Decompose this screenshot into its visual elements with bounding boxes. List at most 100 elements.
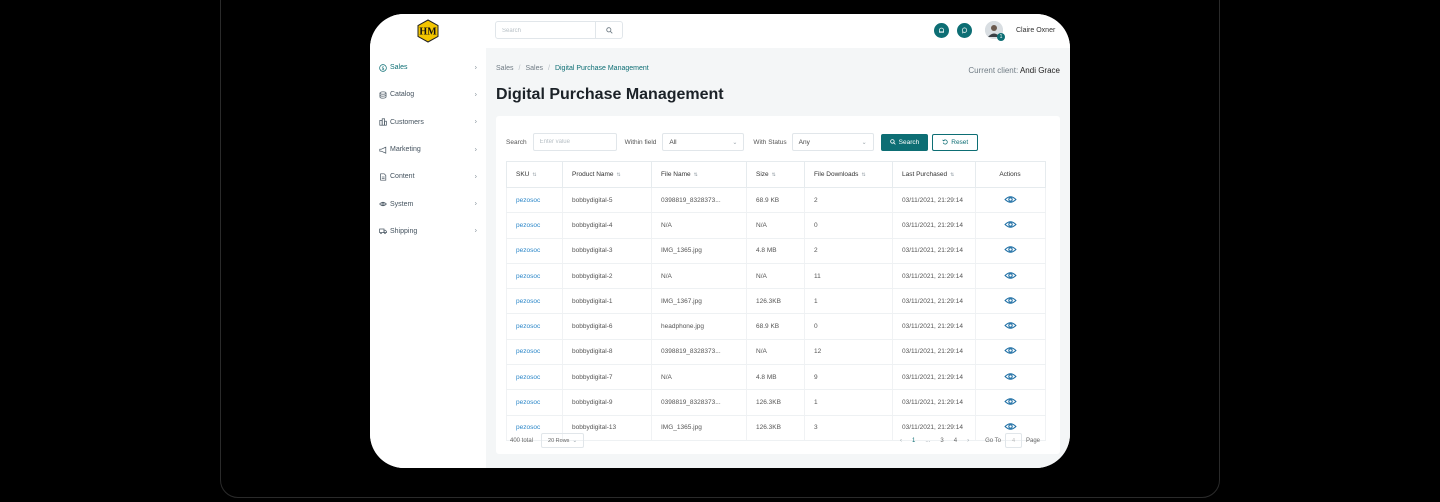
- sku-link[interactable]: pezosoc: [506, 238, 563, 264]
- downloads-cell: 2: [804, 187, 893, 214]
- product-name-cell: bobbydigital-3: [562, 238, 652, 264]
- column-header-file-downloads[interactable]: File Downloads ⇅: [804, 161, 893, 188]
- sku-link[interactable]: pezosoc: [506, 187, 563, 214]
- actions-cell: [975, 263, 1046, 290]
- table-row: pezosoc bobbydigital-8 0398819_8328373... N…: [506, 339, 1046, 366]
- view-eye-icon[interactable]: [1003, 245, 1017, 256]
- rows-per-page-select[interactable]: 20 Rows ⌄: [541, 433, 585, 448]
- product-name-cell: bobbydigital-1: [562, 288, 652, 315]
- view-eye-icon[interactable]: [1003, 372, 1017, 383]
- sku-link[interactable]: pezosoc: [506, 288, 563, 315]
- user-name[interactable]: Claire Oxner: [1016, 27, 1055, 34]
- main-content: Sales / Sales / Digital Purchase Managem…: [486, 48, 1070, 468]
- product-name-cell: bobbydigital-9: [562, 389, 652, 416]
- sku-link[interactable]: pezosoc: [506, 389, 563, 416]
- reset-icon: [942, 139, 948, 145]
- product-name-cell: bobbydigital-4: [562, 212, 652, 239]
- building-icon: [379, 118, 387, 126]
- sidebar-item-customers[interactable]: Customers ›: [370, 109, 486, 136]
- column-header-last-purchased[interactable]: Last Purchased ⇅: [892, 161, 976, 188]
- sku-link[interactable]: pezosoc: [506, 212, 563, 239]
- view-eye-icon[interactable]: [1003, 422, 1017, 433]
- page-ellipsis[interactable]: ...: [925, 438, 930, 444]
- chevron-down-icon: ⌄: [732, 139, 738, 146]
- size-cell: N/A: [746, 339, 805, 366]
- view-eye-icon[interactable]: [1003, 296, 1017, 307]
- global-search-input[interactable]: [496, 22, 604, 40]
- sidebar-item-catalog[interactable]: Catalog ›: [370, 81, 486, 108]
- reset-button[interactable]: Reset: [932, 133, 979, 151]
- sidebar-item-shipping[interactable]: Shipping ›: [370, 218, 486, 245]
- downloads-cell: 0: [804, 212, 893, 239]
- sidebar-item-marketing[interactable]: Marketing ›: [370, 136, 486, 163]
- within-field-label: Within field: [624, 138, 657, 146]
- sidebar-item-label: Catalog: [390, 91, 415, 99]
- table-row: pezosoc bobbydigital-3 IMG_1365.jpg 4.8 MB 2…: [506, 238, 1046, 264]
- chevron-right-icon: ›: [474, 118, 477, 126]
- view-eye-icon[interactable]: [1003, 397, 1017, 408]
- table-header-row: SKU ⇅ Product Name ⇅ File Name ⇅ Size ⇅ File…: [506, 161, 1046, 188]
- status-value: Any: [798, 138, 810, 146]
- page-number[interactable]: 3: [940, 438, 943, 444]
- view-eye-icon[interactable]: [1003, 321, 1017, 332]
- column-header-size[interactable]: Size ⇅: [746, 161, 805, 188]
- status-select[interactable]: Any ⌄: [791, 133, 874, 151]
- last-purchased-cell: 03/11/2021, 21:29:14: [892, 364, 976, 391]
- page-number[interactable]: 1: [912, 438, 915, 444]
- next-page-chevron-right-icon[interactable]: ›: [967, 438, 969, 444]
- user-avatar[interactable]: 1: [985, 21, 1005, 41]
- column-header-product-name[interactable]: Product Name ⇅: [562, 161, 652, 188]
- breadcrumb-item[interactable]: Sales: [496, 65, 514, 72]
- pagination: 400 total 20 Rows ⌄ ‹ 1 ... 3 4 › Go To …: [510, 433, 1040, 448]
- search-button[interactable]: Search: [880, 133, 929, 151]
- size-cell: 126.3KB: [746, 389, 805, 416]
- eye-icon: [379, 200, 387, 208]
- sidebar-item-sales[interactable]: $ Sales ›: [370, 54, 486, 81]
- chevron-right-icon: ›: [474, 227, 477, 235]
- reset-button-label: Reset: [951, 138, 969, 146]
- view-eye-icon[interactable]: [1003, 220, 1017, 231]
- view-eye-icon[interactable]: [1003, 271, 1017, 282]
- size-cell: N/A: [746, 263, 805, 290]
- table-card: Search Within field All ⌄ With Status An…: [496, 116, 1060, 454]
- last-purchased-cell: 03/11/2021, 21:29:14: [892, 263, 976, 290]
- table-row: pezosoc bobbydigital-5 0398819_8328373... 6…: [506, 187, 1046, 214]
- downloads-cell: 12: [804, 339, 893, 366]
- messages-button[interactable]: [957, 23, 972, 38]
- downloads-cell: 11: [804, 263, 893, 290]
- prev-page-chevron-left-icon[interactable]: ‹: [900, 438, 902, 444]
- breadcrumb-item[interactable]: Sales: [525, 65, 543, 72]
- view-eye-icon[interactable]: [1003, 195, 1017, 206]
- downloads-cell: 1: [804, 389, 893, 416]
- sku-link[interactable]: pezosoc: [506, 339, 563, 366]
- sku-link[interactable]: pezosoc: [506, 364, 563, 391]
- table-row: pezosoc bobbydigital-4 N/A N/A 0 03/11/2021, …: [506, 212, 1046, 239]
- hm-logo: HM: [417, 19, 439, 43]
- notifications-button[interactable]: [934, 23, 949, 38]
- chat-icon: [961, 27, 968, 34]
- global-search-button[interactable]: [595, 22, 622, 38]
- goto-page-input[interactable]: 4: [1004, 433, 1022, 448]
- within-field-select[interactable]: All ⌄: [662, 133, 745, 151]
- filter-search-input[interactable]: [532, 133, 617, 151]
- file-name-cell: N/A: [651, 263, 747, 290]
- last-purchased-cell: 03/11/2021, 21:29:14: [892, 212, 976, 239]
- table-row: pezosoc bobbydigital-6 headphone.jpg 68.9 K…: [506, 313, 1046, 340]
- filter-bar: Search Within field All ⌄ With Status An…: [506, 132, 979, 152]
- product-name-cell: bobbydigital-6: [562, 313, 652, 340]
- notification-count-badge: 1: [997, 33, 1005, 41]
- sku-link[interactable]: pezosoc: [506, 313, 563, 340]
- sidebar-item-system[interactable]: System ›: [370, 190, 486, 217]
- sidebar-item-content[interactable]: Content ›: [370, 163, 486, 190]
- breadcrumb-separator: /: [547, 65, 550, 72]
- downloads-cell: 0: [804, 313, 893, 340]
- page-controls: ‹ 1 ... 3 4 › Go To 4 Page: [900, 433, 1040, 448]
- sku-link[interactable]: pezosoc: [506, 263, 563, 290]
- column-header-sku[interactable]: SKU ⇅: [506, 161, 563, 188]
- column-header-file-name[interactable]: File Name ⇅: [651, 161, 747, 188]
- page-number[interactable]: 4: [954, 438, 957, 444]
- actions-cell: [975, 187, 1046, 214]
- purchases-table: SKU ⇅ Product Name ⇅ File Name ⇅ Size ⇅ File…: [506, 161, 1046, 441]
- view-eye-icon[interactable]: [1003, 346, 1017, 357]
- table-row: pezosoc bobbydigital-7 N/A 4.8 MB 9 03/11/202…: [506, 364, 1046, 391]
